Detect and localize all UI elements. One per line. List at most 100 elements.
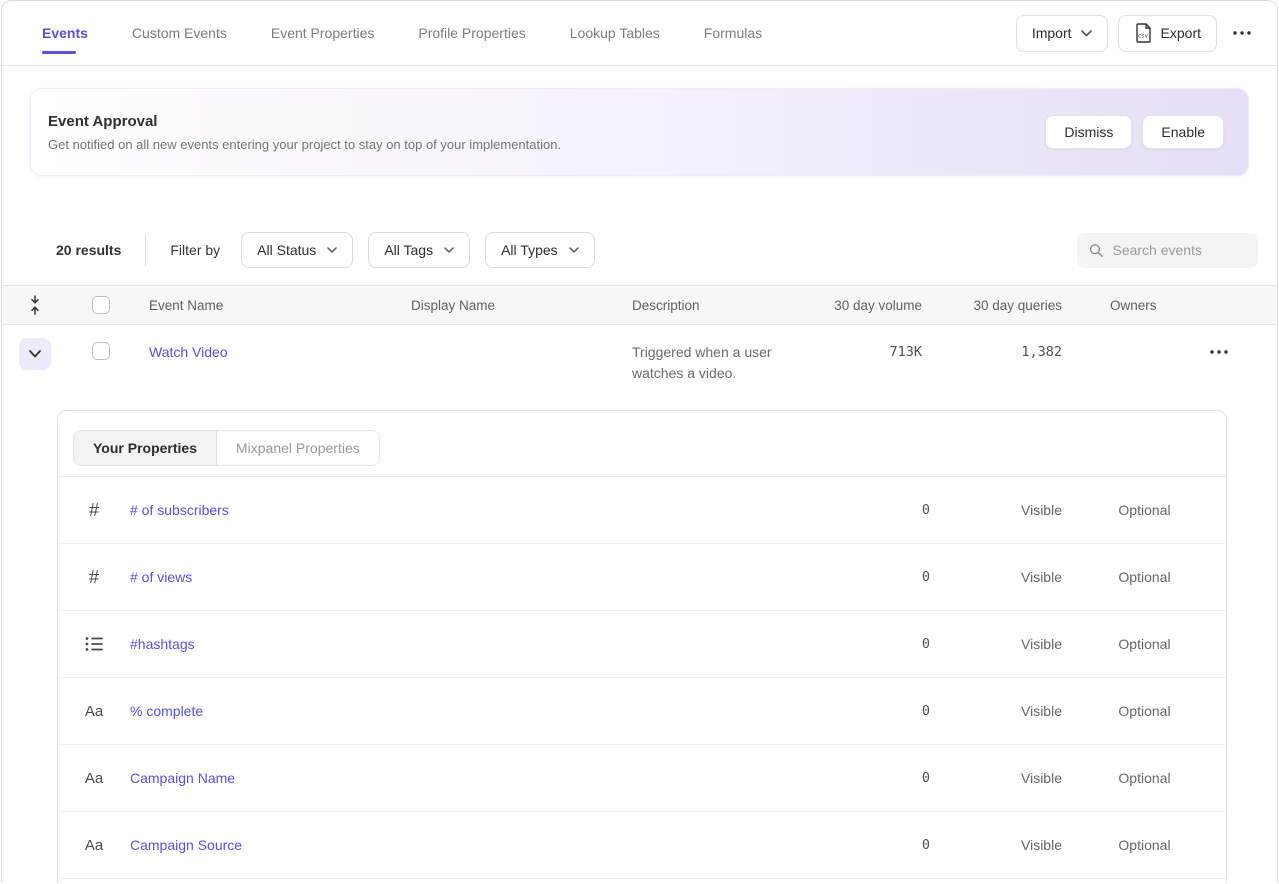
lexicon-tabs: Events Custom Events Event Properties Pr… (42, 1, 762, 65)
export-button[interactable]: csv Export (1118, 15, 1217, 52)
tab-mixpanel-properties[interactable]: Mixpanel Properties (216, 431, 379, 465)
properties-segmented-control: Your Properties Mixpanel Properties (73, 430, 380, 466)
property-link[interactable]: # of views (130, 569, 840, 585)
banner-description: Get notified on all new events entering … (48, 137, 561, 152)
collapse-row-button[interactable] (19, 338, 51, 370)
properties-tabs: Your Properties Mixpanel Properties (58, 411, 1226, 477)
event-row-watch-video: Watch Video Triggered when a user watche… (2, 325, 1277, 410)
property-visibility[interactable]: Visible (990, 837, 1093, 853)
property-visibility[interactable]: Visible (990, 636, 1093, 652)
property-visibility[interactable]: Visible (990, 770, 1093, 786)
column-description: Description (632, 298, 822, 313)
volume-cell: 713K (822, 342, 922, 362)
results-count: 20 results (56, 242, 121, 258)
text-property-icon: Aa (58, 703, 130, 720)
property-row: # # of subscribers 0 Visible Optional (58, 477, 1226, 544)
tab-lookup-tables[interactable]: Lookup Tables (570, 1, 660, 65)
property-requirement[interactable]: Optional (1093, 703, 1196, 719)
filter-by-label: Filter by (170, 242, 220, 258)
text-property-icon: Aa (58, 770, 130, 787)
column-display-name: Display Name (411, 298, 632, 313)
svg-text:csv: csv (1138, 34, 1149, 40)
collapse-all-icon[interactable] (28, 295, 42, 315)
property-queries: 0 (840, 502, 930, 518)
queries-cell: 1,382 (922, 342, 1062, 362)
property-row: # # of views 0 Visible Optional (58, 544, 1226, 611)
number-property-icon: # (58, 500, 130, 521)
status-filter-dropdown[interactable]: All Status (241, 232, 353, 268)
tab-events-label: Events (42, 25, 88, 41)
row-checkbox[interactable] (92, 342, 110, 360)
chevron-down-icon (327, 247, 337, 253)
import-button[interactable]: Import (1016, 15, 1108, 52)
ellipsis-icon (1210, 350, 1228, 354)
property-requirement[interactable]: Optional (1093, 502, 1196, 518)
property-queries: 0 (840, 770, 930, 786)
column-30-day-volume: 30 day volume (822, 298, 922, 313)
more-options-button[interactable] (1227, 25, 1257, 41)
property-row: Aa % complete 0 Visible Optional (58, 678, 1226, 745)
column-owners: Owners (1062, 298, 1277, 313)
lexicon-events-page: Events Custom Events Event Properties Pr… (1, 0, 1278, 883)
property-link[interactable]: Campaign Source (130, 837, 840, 853)
divider (145, 234, 146, 266)
banner-title: Event Approval (48, 113, 561, 130)
property-visibility[interactable]: Visible (990, 703, 1093, 719)
row-actions-button[interactable] (1204, 344, 1234, 360)
property-queries: 0 (840, 837, 930, 853)
chevron-down-icon (569, 247, 579, 253)
event-name-link[interactable]: Watch Video (149, 344, 228, 360)
property-row: #hashtags 0 Visible Optional (58, 611, 1226, 678)
dismiss-button[interactable]: Dismiss (1045, 115, 1132, 149)
description-cell: Triggered when a user watches a video. (632, 342, 822, 384)
property-row: Aa Campaign Name 0 Visible Optional (58, 745, 1226, 812)
active-tab-underline (42, 51, 76, 54)
chevron-down-icon (1081, 30, 1092, 37)
column-30-day-queries: 30 day queries (922, 298, 1062, 313)
tab-formulas[interactable]: Formulas (704, 1, 762, 65)
filter-row: 20 results Filter by All Status All Tags… (2, 232, 1277, 268)
property-requirement[interactable]: Optional (1093, 636, 1196, 652)
list-property-icon (58, 636, 130, 652)
property-visibility[interactable]: Visible (990, 569, 1093, 585)
owners-cell (1062, 342, 1277, 362)
event-approval-banner: Event Approval Get notified on all new e… (30, 88, 1249, 176)
property-link[interactable]: Campaign Name (130, 770, 840, 786)
chevron-down-icon (444, 247, 454, 253)
property-queries: 0 (840, 569, 930, 585)
search-input[interactable] (1112, 242, 1248, 258)
tab-profile-properties[interactable]: Profile Properties (418, 1, 525, 65)
enable-button[interactable]: Enable (1142, 115, 1224, 149)
search-icon (1089, 242, 1103, 259)
csv-file-icon: csv (1134, 23, 1152, 43)
property-queries: 0 (840, 636, 930, 652)
select-all-checkbox[interactable] (92, 296, 110, 314)
events-table-header: Event Name Display Name Description 30 d… (2, 285, 1277, 325)
property-requirement[interactable]: Optional (1093, 770, 1196, 786)
tab-events[interactable]: Events (42, 1, 88, 65)
number-property-icon: # (58, 567, 130, 588)
column-event-name: Event Name (134, 298, 411, 313)
property-link[interactable]: #hashtags (130, 636, 840, 652)
tab-custom-events[interactable]: Custom Events (132, 1, 227, 65)
ellipsis-icon (1233, 31, 1251, 35)
topnav-actions: Import csv Export (1016, 15, 1257, 52)
tags-filter-dropdown[interactable]: All Tags (368, 232, 470, 268)
property-visibility[interactable]: Visible (990, 502, 1093, 518)
event-properties-panel: Your Properties Mixpanel Properties # # … (57, 410, 1227, 883)
banner-actions: Dismiss Enable (1045, 115, 1224, 149)
text-property-icon: Aa (58, 837, 130, 854)
property-link[interactable]: % complete (130, 703, 840, 719)
property-requirement[interactable]: Optional (1093, 569, 1196, 585)
chevron-down-icon (29, 350, 41, 358)
tab-your-properties[interactable]: Your Properties (74, 431, 216, 465)
property-requirement[interactable]: Optional (1093, 837, 1196, 853)
search-box (1077, 233, 1258, 268)
tab-event-properties[interactable]: Event Properties (271, 1, 375, 65)
top-navigation: Events Custom Events Event Properties Pr… (2, 1, 1277, 66)
property-link[interactable]: # of subscribers (130, 502, 840, 518)
types-filter-dropdown[interactable]: All Types (485, 232, 595, 268)
property-queries: 0 (840, 703, 930, 719)
property-row: Aa Campaign Source 0 Visible Optional (58, 812, 1226, 879)
banner-text: Event Approval Get notified on all new e… (48, 113, 561, 152)
